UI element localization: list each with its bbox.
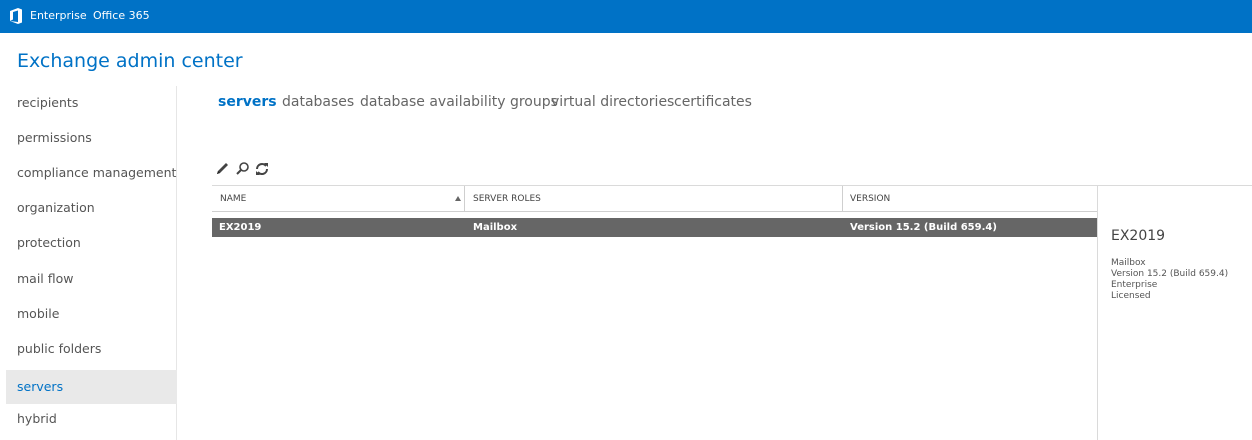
office365-link[interactable]: Office 365	[93, 9, 150, 23]
column-header-name[interactable]: NAME	[220, 186, 450, 212]
tab-database-availability-groups[interactable]: database availability groups	[360, 92, 558, 112]
enterprise-link[interactable]: Enterprise	[30, 9, 87, 23]
sidebar-item-mobile[interactable]: mobile	[6, 297, 177, 331]
sidebar-item-permissions[interactable]: permissions	[6, 121, 177, 155]
sidebar-item-servers[interactable]: servers	[6, 370, 177, 404]
edit-icon[interactable]	[214, 160, 232, 178]
cell-name: EX2019	[219, 222, 262, 233]
sidebar-item-compliance-management[interactable]: compliance management	[6, 156, 177, 190]
sidebar-item-organization[interactable]: organization	[6, 191, 177, 225]
office-logo-icon[interactable]	[9, 8, 23, 24]
details-version: Version 15.2 (Build 659.4)	[1111, 269, 1229, 279]
refresh-icon[interactable]	[253, 160, 271, 178]
details-edition: Enterprise	[1111, 280, 1158, 290]
sidebar-item-hybrid[interactable]: hybrid	[6, 402, 177, 436]
sidebar-item-mail-flow[interactable]: mail flow	[6, 262, 177, 296]
sidebar-item-protection[interactable]: protection	[6, 226, 177, 260]
cell-version: Version 15.2 (Build 659.4)	[850, 222, 997, 233]
grid-header-divider	[212, 211, 1097, 212]
column-separator[interactable]	[464, 186, 465, 211]
sidebar-item-public-folders[interactable]: public folders	[6, 332, 177, 366]
app-title: Exchange admin center	[17, 50, 243, 72]
sort-ascending-icon	[455, 196, 461, 201]
details-role: Mailbox	[1111, 258, 1146, 268]
tab-certificates[interactable]: certificates	[674, 92, 752, 112]
tab-servers[interactable]: servers	[218, 92, 277, 112]
tab-virtual-directories[interactable]: virtual directories	[551, 92, 674, 112]
search-icon[interactable]	[234, 160, 252, 178]
column-separator[interactable]	[842, 186, 843, 211]
sidebar-item-recipients[interactable]: recipients	[6, 86, 177, 120]
details-pane	[1097, 186, 1252, 440]
column-header-version[interactable]: VERSION	[850, 186, 1090, 212]
details-license: Licensed	[1111, 291, 1151, 301]
top-bar: Enterprise Office 365	[0, 0, 1252, 33]
cell-server-roles: Mailbox	[473, 222, 518, 233]
column-header-server-roles[interactable]: SERVER ROLES	[473, 186, 833, 212]
tab-databases[interactable]: databases	[282, 92, 354, 112]
details-title: EX2019	[1111, 228, 1166, 244]
